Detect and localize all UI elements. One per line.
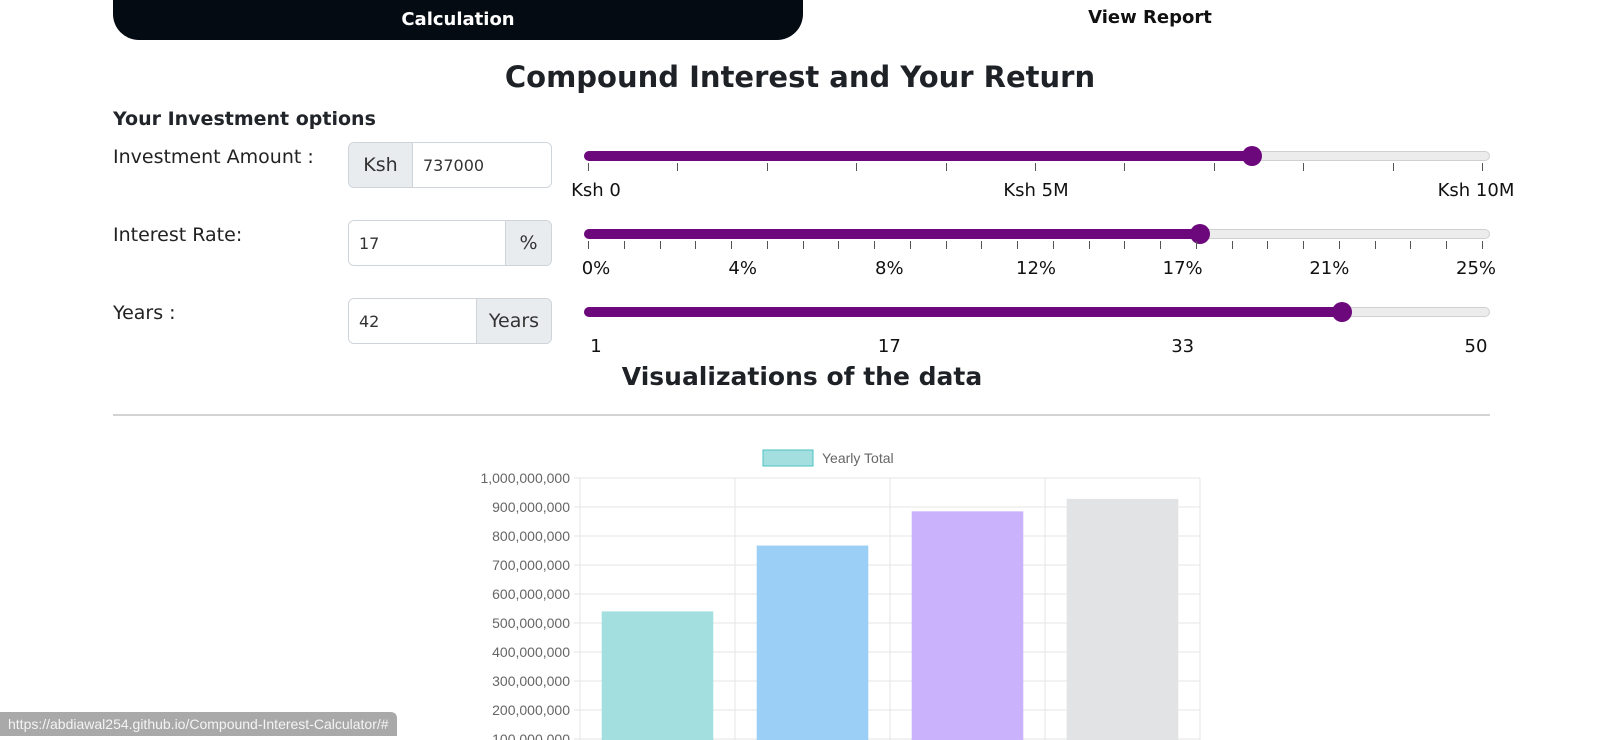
status-url-text: https://abdiawal254.github.io/Compound-I… [8,716,389,732]
percent-suffix: % [505,221,551,265]
slider-tick [766,163,768,171]
slider-tick [731,241,733,249]
slider-tick [1338,241,1340,249]
slider-tick [981,241,983,249]
investment-amount-input[interactable] [413,143,551,187]
y-axis-ticks: 1,000,000,000 900,000,000 800,000,000 700,0… [480,470,570,740]
slider-tick [1410,241,1412,249]
slider-tick-label: Ksh 5M [1003,180,1069,201]
slider-tick-label: 33 [1171,336,1195,357]
slider-tick [945,163,947,171]
divider [113,414,1490,416]
chart-bar [1066,498,1179,740]
slider-tick [1446,241,1448,249]
chart-bar [911,511,1024,740]
slider-tick [909,241,911,249]
slider-tick [1482,241,1483,249]
slider-tick [1374,241,1376,249]
y-tick-label: 900,000,000 [492,499,570,515]
tab-calculation-label: Calculation [401,8,515,30]
bar-chart: 1,000,000,000 900,000,000 800,000,000 700,0… [480,449,1201,740]
investment-amount-group: Ksh [348,142,552,188]
currency-prefix: Ksh [349,143,413,187]
slider-tick [588,241,589,249]
chart-bar [601,611,714,740]
slider-tick-label: 0% [581,258,611,279]
slider-tick [588,163,589,171]
slider-tick [1267,241,1269,249]
interest-slider-thumb[interactable] [1190,224,1211,244]
years-slider-thumb[interactable] [1332,302,1353,322]
viz-title: Visualizations of the data [621,362,983,391]
page-title: Compound Interest and Your Return [504,60,1096,94]
slider-tick [1303,163,1305,171]
interest-rate-group: % [348,220,552,266]
y-tick-label: 200,000,000 [492,702,570,718]
tab-view-report[interactable]: View Report [820,0,1480,34]
years-label: Years : [113,302,176,324]
slider-tick [1195,241,1197,249]
slider-tick-label: 8% [875,258,904,279]
section-title: Your Investment options [113,108,376,130]
legend-label: Yearly Total [822,450,894,466]
years-slider-fill [584,307,1343,317]
slider-tick [677,163,679,171]
investment-amount-label: Investment Amount : [113,146,314,168]
slider-tick-label: 12% [1015,258,1057,279]
slider-tick [1088,241,1090,249]
slider-tick [1052,241,1054,249]
years-group: Years [348,298,552,344]
y-tick-label: 400,000,000 [492,644,570,660]
slider-tick-label: 50 [1464,336,1488,357]
slider-tick-label: Ksh 10M [1437,180,1515,201]
slider-tick [1017,241,1019,249]
investment-slider-thumb[interactable] [1241,146,1262,166]
y-tick-label: 800,000,000 [492,528,570,544]
y-tick-label: 500,000,000 [492,615,570,631]
chart-legend: Yearly Total [762,449,894,467]
slider-tick [856,163,858,171]
slider-tick [1213,163,1215,171]
slider-tick-label: Ksh 0 [571,180,621,201]
slider-tick [1124,163,1126,171]
tab-view-report-label: View Report [1088,6,1212,28]
slider-tick [1392,163,1394,171]
y-tick-label: 600,000,000 [492,586,570,602]
years-input[interactable] [349,299,476,343]
slider-tick [838,241,840,249]
slider-tick-label: 21% [1309,258,1350,279]
interest-slider-fill [584,229,1201,239]
years-suffix: Years [476,299,551,343]
slider-tick-label: 4% [728,258,757,279]
slider-tick [802,241,804,249]
slider-tick [623,241,625,249]
slider-tick [659,241,661,249]
interest-rate-input[interactable] [349,221,505,265]
y-tick-label: 1,000,000,000 [480,470,570,486]
slider-tick [766,241,768,249]
investment-slider-fill [584,151,1252,161]
status-bar-url: https://abdiawal254.github.io/Compound-I… [0,712,397,736]
slider-tick-label: 1 [590,336,602,357]
slider-tick-label: 17 [877,336,901,357]
slider-tick-label: 17% [1162,258,1203,279]
interest-rate-label: Interest Rate: [113,224,243,246]
y-tick-label: 300,000,000 [492,673,570,689]
slider-tick [874,241,876,249]
slider-tick [1482,163,1483,171]
chart-bar [756,545,869,740]
slider-tick [945,241,947,249]
slider-tick [1231,241,1233,249]
slider-tick [695,241,697,249]
y-tick-label: 700,000,000 [492,557,570,573]
slider-tick [1160,241,1162,249]
slider-tick [1124,241,1126,249]
y-tick-label: 100,000,000 [492,731,570,740]
slider-tick [1303,241,1305,249]
slider-tick-label: 25% [1455,258,1497,279]
slider-tick [1035,163,1036,171]
tab-calculation[interactable]: Calculation [113,0,803,40]
legend-swatch [762,449,814,467]
